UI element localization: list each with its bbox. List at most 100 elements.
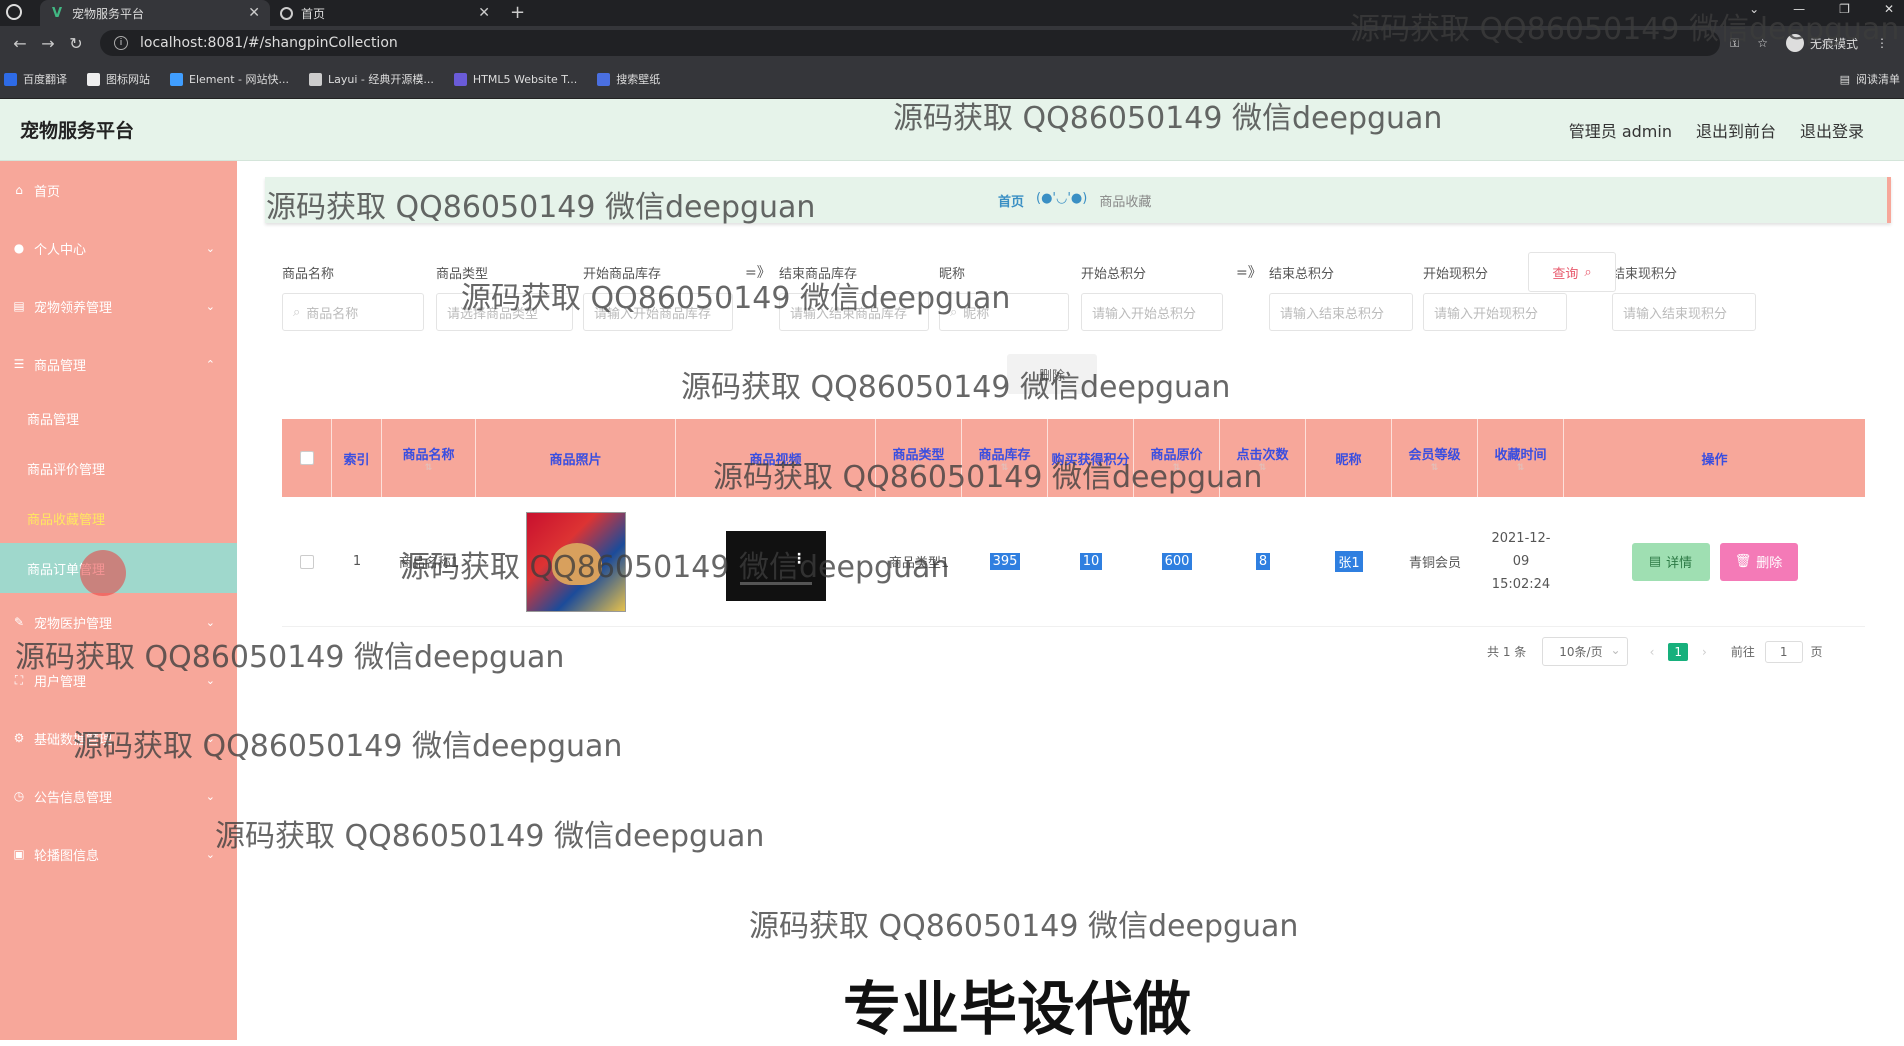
header-clicks[interactable]: 点击次数 ⇅ bbox=[1220, 419, 1306, 497]
header-level[interactable]: 会员等级 ⇅ bbox=[1392, 419, 1478, 497]
logout-link[interactable]: 退出登录 bbox=[1800, 118, 1864, 142]
reading-list[interactable]: ▤ 阅读清单 bbox=[1840, 71, 1900, 87]
sort-icon[interactable]: ⇅ bbox=[1173, 463, 1181, 473]
bookmark-icon-site[interactable]: 图标网站 bbox=[87, 71, 150, 87]
more-menu-icon[interactable]: ⋮ bbox=[1876, 36, 1888, 50]
header-nickname[interactable]: 昵称 bbox=[1306, 419, 1392, 497]
query-button[interactable]: 查询 ⌕ bbox=[1528, 252, 1616, 292]
header-video[interactable]: 商品视频 bbox=[676, 419, 876, 497]
sort-icon[interactable]: ⇅ bbox=[1259, 463, 1267, 473]
cell-stock: 395 bbox=[962, 497, 1048, 626]
header-time[interactable]: 收藏时间 ⇅ bbox=[1478, 419, 1564, 497]
sort-icon[interactable]: ⇅ bbox=[1517, 463, 1525, 473]
next-page-icon[interactable]: › bbox=[1702, 645, 1707, 659]
restore-icon[interactable]: ❐ bbox=[1839, 2, 1850, 16]
collection-table: 索引 商品名称 ⇅ 商品照片 商品视频 商品类型 ⇅ 商品库存 ⇅ 购买获得积分 商品… bbox=[282, 419, 1865, 627]
sidebar-item-profile[interactable]: ● 个人中心 ⌄ bbox=[0, 219, 237, 277]
sidebar-item-notice[interactable]: ◷ 公告信息管理 ⌄ bbox=[0, 767, 237, 825]
cell-level: 青铜会员 bbox=[1408, 556, 1461, 571]
product-video-player[interactable]: ⋮ bbox=[726, 522, 826, 601]
submenu-goods-comment[interactable]: 商品评价管理 bbox=[0, 443, 237, 493]
back-icon[interactable]: ← bbox=[6, 34, 34, 53]
sidebar-item-basic-data[interactable]: ⚙ 基础数据管理 ⌄ bbox=[0, 709, 237, 767]
input-current-start[interactable]: 请输入开始现积分 bbox=[1423, 293, 1567, 331]
submenu-goods-manage[interactable]: 商品管理 bbox=[0, 393, 237, 443]
sort-icon[interactable]: ⇅ bbox=[1431, 463, 1439, 473]
row-checkbox[interactable] bbox=[300, 554, 314, 569]
header-name[interactable]: 商品名称 ⇅ bbox=[382, 419, 476, 497]
select-type[interactable]: 请选择商品类型 bbox=[436, 293, 573, 331]
incognito-label: 无痕模式 bbox=[1809, 36, 1858, 51]
to-front-link[interactable]: 退出到前台 bbox=[1696, 118, 1776, 142]
key-icon[interactable]: ⚿ bbox=[1730, 36, 1739, 51]
row-select-cell bbox=[282, 497, 332, 626]
select-all-checkbox[interactable] bbox=[299, 451, 314, 465]
header-points[interactable]: 购买获得积分 bbox=[1048, 419, 1134, 497]
search-icon: ⌕ bbox=[293, 304, 301, 320]
site-info-icon[interactable]: i bbox=[114, 36, 128, 50]
batch-delete-button[interactable]: 删除 bbox=[1007, 354, 1097, 394]
submenu-label: 商品收藏管理 bbox=[27, 512, 106, 528]
forward-icon[interactable]: → bbox=[34, 34, 62, 53]
delete-button[interactable]: 🗑 删除 bbox=[1719, 542, 1798, 581]
sidebar-item-users[interactable]: ⛶ 用户管理 ⌄ bbox=[0, 651, 237, 709]
incognito-indicator[interactable]: 无痕模式 bbox=[1785, 34, 1858, 52]
breadcrumb-home[interactable]: 首页 bbox=[998, 191, 1024, 210]
browser-menu-icon[interactable] bbox=[6, 4, 22, 20]
header-label: 昵称 bbox=[1335, 452, 1362, 468]
product-photo[interactable] bbox=[526, 511, 626, 612]
video-menu-icon[interactable]: ⋮ bbox=[792, 551, 806, 567]
header-stock[interactable]: 商品库存 ⇅ bbox=[962, 419, 1048, 497]
tab-home[interactable]: 首页 ✕ bbox=[270, 0, 500, 26]
bookmark-html5[interactable]: HTML5 Website T... bbox=[453, 72, 577, 86]
sort-icon[interactable]: ⇅ bbox=[1001, 463, 1009, 473]
tab-pet-platform[interactable]: V 宠物服务平台 ✕ bbox=[40, 0, 270, 26]
bookmark-baidu-translate[interactable]: 百度翻译 bbox=[4, 71, 67, 87]
trash-icon: 🗑 bbox=[1734, 554, 1752, 569]
bookmark-layui[interactable]: Layui - 经典开源模... bbox=[309, 71, 434, 87]
placeholder: 昵称 bbox=[963, 306, 990, 322]
header-price[interactable]: 商品原价 ⇅ bbox=[1134, 419, 1220, 497]
header-select-all[interactable] bbox=[282, 419, 332, 497]
cell-photo bbox=[476, 497, 676, 626]
search-input-nickname[interactable]: ⌕ 昵称 bbox=[939, 293, 1069, 331]
page-size-select[interactable]: 10条/页 ⌄ bbox=[1542, 637, 1628, 666]
close-window-icon[interactable]: ✕ bbox=[1884, 2, 1894, 16]
filter-label-current-start: 开始现积分 bbox=[1423, 267, 1489, 282]
sort-icon[interactable]: ⇅ bbox=[425, 463, 433, 473]
tab-search-icon[interactable]: ⌄ bbox=[1749, 2, 1759, 16]
price-value: 600 bbox=[1161, 553, 1193, 570]
reload-icon[interactable]: ↻ bbox=[62, 34, 90, 53]
close-tab-icon[interactable]: ✕ bbox=[248, 5, 260, 21]
input-stock-start[interactable]: 请输入开始商品库存 bbox=[583, 293, 733, 331]
sidebar-item-label: 首页 bbox=[34, 184, 61, 200]
sidebar-item-label: 个人中心 bbox=[34, 242, 87, 258]
sidebar-item-goods[interactable]: ☰ 商品管理 ⌃ bbox=[0, 335, 237, 393]
new-tab-button[interactable]: + bbox=[510, 2, 525, 23]
minimize-icon[interactable]: — bbox=[1793, 2, 1805, 16]
input-current-end[interactable]: 请输入结束现积分 bbox=[1612, 293, 1756, 331]
prev-page-icon[interactable]: ‹ bbox=[1650, 645, 1655, 659]
bookmark-wallpaper[interactable]: 搜索壁纸 bbox=[597, 71, 660, 87]
sidebar-item-care[interactable]: ✎ 宠物医护管理 ⌄ bbox=[0, 593, 237, 651]
star-icon[interactable]: ☆ bbox=[1757, 36, 1768, 50]
input-stock-end[interactable]: 请输入结束商品库存 bbox=[779, 293, 929, 331]
page-1-button[interactable]: 1 bbox=[1668, 642, 1689, 661]
detail-button[interactable]: ▤ 详情 bbox=[1631, 542, 1710, 581]
url-field[interactable]: i localhost:8081/#/shangpinCollection bbox=[100, 30, 1721, 56]
submenu-goods-collection[interactable]: 商品收藏管理 bbox=[0, 493, 237, 543]
header-type[interactable]: 商品类型 ⇅ bbox=[876, 419, 962, 497]
sort-icon[interactable]: ⇅ bbox=[915, 463, 923, 473]
close-tab-icon[interactable]: ✕ bbox=[478, 5, 490, 21]
sidebar-item-home[interactable]: ⌂ 首页 bbox=[0, 161, 237, 219]
search-input-name[interactable]: ⌕ 商品名称 bbox=[282, 293, 424, 331]
header-photo[interactable]: 商品照片 bbox=[476, 419, 676, 497]
input-total-start[interactable]: 请输入开始总积分 bbox=[1081, 293, 1223, 331]
sidebar-item-adoption[interactable]: ▤ 宠物领养管理 ⌄ bbox=[0, 277, 237, 335]
video-progress-bar[interactable] bbox=[740, 581, 812, 585]
sidebar-item-carousel[interactable]: ▣ 轮播图信息 ⌄ bbox=[0, 825, 237, 883]
box-icon: ▤ bbox=[13, 299, 25, 313]
bookmark-element[interactable]: Element - 网站快... bbox=[170, 71, 289, 87]
input-total-end[interactable]: 请输入结束总积分 bbox=[1269, 293, 1413, 331]
goto-page-input[interactable]: 1 bbox=[1764, 640, 1803, 663]
